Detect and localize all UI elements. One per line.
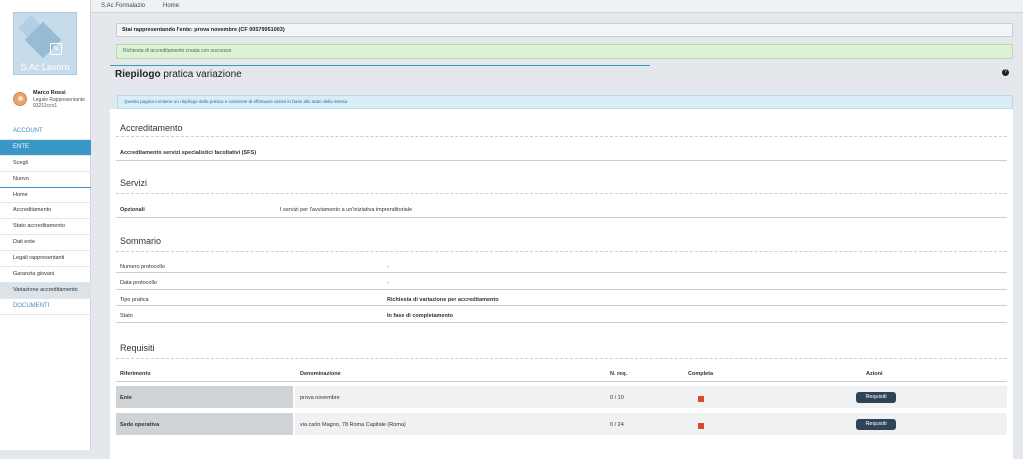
- servizi-value: I servizi per l'avviamento a un'iniziati…: [280, 207, 413, 213]
- user-name: Marco Rossi: [33, 90, 66, 96]
- requisiti-button[interactable]: Requisiti: [856, 392, 896, 403]
- row-denominazione: prova novembre: [300, 395, 340, 401]
- top-navbar: S.Ac Formalazio Home: [91, 0, 1023, 13]
- divider: [116, 251, 1007, 252]
- nav-brand-link[interactable]: S.Ac Formalazio: [101, 3, 145, 9]
- sommario-label: Tipo pratica: [120, 297, 149, 303]
- sommario-label: Data protocollo: [120, 280, 157, 286]
- sommario-value: Richiesta di variazione per accreditamen…: [387, 297, 499, 303]
- requisiti-button[interactable]: Requisiti: [856, 419, 896, 430]
- column-header: Denominazione: [300, 371, 341, 377]
- row-nreq: 0 / 24: [610, 422, 624, 428]
- divider: [116, 358, 1007, 359]
- incomplete-status-icon: [698, 423, 704, 429]
- divider: [116, 322, 1007, 323]
- pencil-icon: ✎: [50, 43, 62, 55]
- nav-home-link[interactable]: Home: [163, 3, 179, 9]
- sidebar-item-variazione-accreditamento[interactable]: Variazione accreditamento: [0, 282, 91, 299]
- servizi-label: Opzionali: [120, 207, 145, 213]
- sidebar: ✎ S.Ac Lavoro Marco Rossi Legale Rappres…: [0, 0, 91, 450]
- sidebar-section-documenti[interactable]: DOCUMENTI: [0, 299, 91, 315]
- divider: [116, 160, 1007, 161]
- representing-alert: Stai rappresentando l'ente: prova novemb…: [116, 23, 1013, 37]
- incomplete-status-icon: [698, 396, 704, 402]
- sommario-label: Stato: [120, 313, 133, 319]
- title-underline: [110, 65, 650, 66]
- sommario-value: In fase di completamento: [387, 313, 454, 319]
- divider: [116, 217, 1007, 218]
- section-heading-servizi: Servizi: [120, 178, 148, 188]
- row-denominazione: via carlo Magno, 78 Roma Capitale (Roma): [300, 422, 406, 428]
- sommario-value: -: [387, 264, 389, 270]
- page-title: Riepilogo pratica variazione: [115, 69, 242, 80]
- sidebar-item-accreditamento[interactable]: Accreditamento: [0, 203, 91, 220]
- column-header: Azioni: [866, 371, 883, 377]
- sidebar-item-home[interactable]: Home: [0, 188, 91, 204]
- row-riferimento: Ente: [120, 395, 132, 401]
- sidebar-item-garanzia-giovani[interactable]: Garanzia giovani: [0, 267, 91, 283]
- sidebar-section-account[interactable]: ACCOUNT: [0, 124, 91, 140]
- row-background: [295, 386, 1007, 408]
- sidebar-item-nuovo[interactable]: Nuovo: [0, 172, 91, 188]
- app-logo[interactable]: ✎ S.Ac Lavoro: [13, 12, 77, 75]
- divider: [116, 381, 1007, 382]
- row-riferimento: Sede operativa: [120, 422, 160, 428]
- sidebar-item-legali-rappresentanti[interactable]: Legali rappresentanti: [0, 251, 91, 268]
- logo-text: S.Ac Lavoro: [20, 62, 70, 72]
- sommario-label: Numero protocollo: [120, 264, 165, 270]
- divider: [116, 193, 1007, 194]
- sidebar-item-dati-ente[interactable]: Dati ente: [0, 235, 91, 252]
- user-role: Legale Rappresentante 93211cco1: [33, 97, 85, 109]
- success-alert: Richiesta di accreditamento creata con s…: [116, 44, 1013, 59]
- summary-panel: Questa pagina contiene un riepilogo dell…: [110, 95, 1013, 459]
- divider: [116, 136, 1007, 137]
- divider: [116, 272, 1007, 273]
- row-nreq: 0 / 10: [610, 395, 624, 401]
- divider: [116, 305, 1007, 306]
- sommario-value: -: [387, 280, 389, 286]
- column-header: Completa: [688, 371, 714, 377]
- column-header: N. req.: [610, 371, 628, 377]
- row-reference-cell: [116, 386, 293, 408]
- column-header: Riferimento: [120, 371, 151, 377]
- sidebar-item-stato-accreditamento[interactable]: Stato accreditamento: [0, 219, 91, 236]
- sidebar-item-scegli[interactable]: Scegli: [0, 156, 91, 172]
- avatar: [13, 92, 27, 106]
- sidebar-menu: ACCOUNT ENTE Scegli Nuovo Home Accredita…: [0, 124, 91, 315]
- info-alert: Questa pagina contiene un riepilogo dell…: [117, 95, 1013, 109]
- section-heading-requisiti: Requisiti: [120, 343, 155, 353]
- section-heading-sommario: Sommario: [120, 236, 162, 246]
- sidebar-section-ente[interactable]: ENTE: [0, 139, 91, 156]
- help-icon[interactable]: ?: [1002, 69, 1009, 76]
- divider: [116, 289, 1007, 290]
- section-heading-accreditamento: Accreditamento: [120, 123, 183, 133]
- accreditamento-value: Accreditamento servizi specialistici fac…: [120, 150, 257, 156]
